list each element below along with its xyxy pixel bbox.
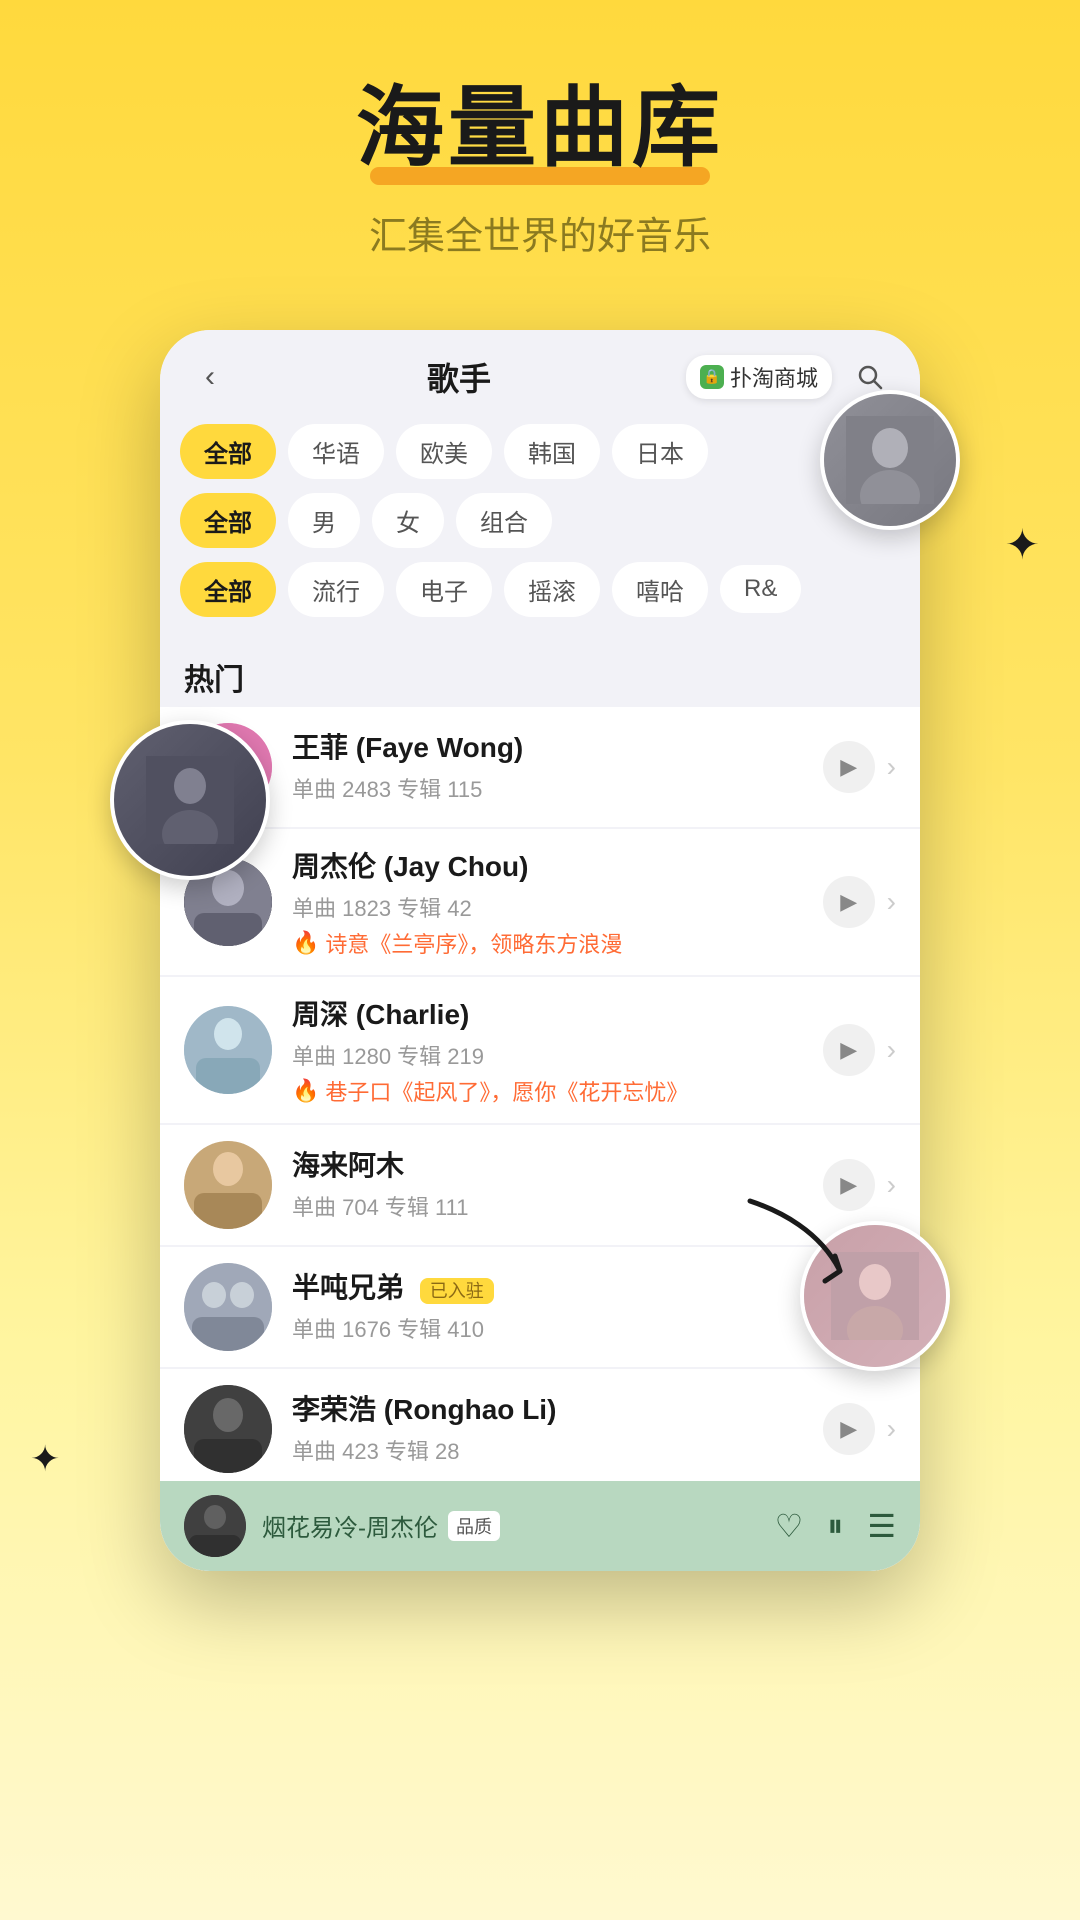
genre-filter-row: 全部 流行 电子 摇滚 嘻哈 R& bbox=[180, 562, 900, 617]
play-button-faye-wong[interactable]: ▶ bbox=[823, 741, 875, 793]
play-button-charlie[interactable]: ▶ bbox=[823, 1024, 875, 1076]
artist-info-jay-chou: 周杰伦 (Jay Chou) 单曲 1823 专辑 42 🔥诗意《兰亭序》，领略… bbox=[292, 845, 823, 959]
player-controls: ♡ ⏸ ☰ bbox=[775, 1507, 896, 1545]
store-icon: 🔒 bbox=[700, 365, 724, 389]
filter-region-chinese[interactable]: 华语 bbox=[288, 424, 384, 479]
filter-section: 全部 华语 欧美 韩国 日本 全部 男 女 组合 全部 流行 电子 摇滚 嘻哈 … bbox=[160, 416, 920, 639]
artist-actions-charlie: ▶ › bbox=[823, 1024, 896, 1076]
page-title: 歌手 bbox=[427, 354, 491, 400]
float-artist-2 bbox=[110, 720, 270, 880]
hero-subtitle: 汇集全世界的好音乐 bbox=[0, 205, 1080, 260]
star-decoration-2: ✦ bbox=[30, 1438, 60, 1480]
filter-gender-group[interactable]: 组合 bbox=[456, 493, 552, 548]
app-header: ‹ 歌手 🔒 扑淘商城 bbox=[160, 330, 920, 416]
chevron-jay-chou[interactable]: › bbox=[887, 886, 896, 918]
artist-info-charlie: 周深 (Charlie) 单曲 1280 专辑 219 🔥巷子口《起风了》，愿你… bbox=[292, 993, 823, 1107]
artist-actions-faye-wong: ▶ › bbox=[823, 741, 896, 793]
artist-desc-jay-chou: 🔥诗意《兰亭序》，领略东方浪漫 bbox=[292, 927, 823, 959]
artist-meta-charlie: 单曲 1280 专辑 219 bbox=[292, 1039, 823, 1071]
filter-region-japanese[interactable]: 日本 bbox=[612, 424, 708, 479]
filter-gender-male[interactable]: 男 bbox=[288, 493, 360, 548]
artist-desc-charlie: 🔥巷子口《起风了》，愿你《花开忘忧》 bbox=[292, 1075, 823, 1107]
filter-region-western[interactable]: 欧美 bbox=[396, 424, 492, 479]
filter-gender-all[interactable]: 全部 bbox=[180, 493, 276, 548]
like-button[interactable]: ♡ bbox=[775, 1507, 804, 1545]
filter-gender-female[interactable]: 女 bbox=[372, 493, 444, 548]
bottom-player[interactable]: 烟花易冷-周杰伦 品质 ♡ ⏸ ☰ bbox=[160, 1481, 920, 1571]
artist-actions-li-ronghao: ▶ › bbox=[823, 1403, 896, 1455]
artist-name-charlie: 周深 (Charlie) bbox=[292, 993, 823, 1033]
float-artist-1 bbox=[820, 390, 960, 530]
artist-item-li-ronghao[interactable]: 李荣浩 (Ronghao Li) 单曲 423 专辑 28 ▶ › bbox=[160, 1369, 920, 1489]
player-avatar bbox=[184, 1495, 246, 1557]
chevron-li-ronghao[interactable]: › bbox=[887, 1413, 896, 1445]
store-button[interactable]: 🔒 扑淘商城 bbox=[686, 355, 832, 399]
artist-item-charlie[interactable]: 周深 (Charlie) 单曲 1280 专辑 219 🔥巷子口《起风了》，愿你… bbox=[160, 977, 920, 1123]
artist-item-faye-wong[interactable]: 王菲 (Faye Wong) 单曲 2483 专辑 115 ▶ › bbox=[160, 707, 920, 827]
artist-name-haila: 海来阿木 bbox=[292, 1144, 823, 1184]
back-button[interactable]: ‹ bbox=[188, 355, 232, 399]
filter-genre-randb[interactable]: R& bbox=[720, 565, 801, 613]
artist-name-faye-wong: 王菲 (Faye Wong) bbox=[292, 726, 823, 766]
artist-meta-faye-wong: 单曲 2483 专辑 115 bbox=[292, 772, 823, 804]
phone-wrapper: ‹ 歌手 🔒 扑淘商城 全部 华语 欧美 bbox=[160, 330, 920, 1571]
star-decoration-1: ✦ bbox=[1005, 520, 1040, 569]
section-title: 热门 bbox=[160, 639, 920, 707]
filter-genre-electronic[interactable]: 电子 bbox=[396, 562, 492, 617]
player-info: 烟花易冷-周杰伦 品质 bbox=[262, 1508, 775, 1543]
header-right: 🔒 扑淘商城 bbox=[686, 355, 892, 399]
avatar-li-ronghao bbox=[184, 1385, 272, 1473]
region-filter-row: 全部 华语 欧美 韩国 日本 bbox=[180, 424, 900, 479]
play-button-li-ronghao[interactable]: ▶ bbox=[823, 1403, 875, 1455]
arrow-decoration bbox=[740, 1191, 860, 1291]
filter-genre-hiphop[interactable]: 嘻哈 bbox=[612, 562, 708, 617]
artist-actions-jay-chou: ▶ › bbox=[823, 876, 896, 928]
gender-filter-row: 全部 男 女 组合 bbox=[180, 493, 900, 548]
phone-mockup: ‹ 歌手 🔒 扑淘商城 全部 华语 欧美 bbox=[160, 330, 920, 1571]
artist-name-jay-chou: 周杰伦 (Jay Chou) bbox=[292, 845, 823, 885]
filter-region-all[interactable]: 全部 bbox=[180, 424, 276, 479]
chevron-haila[interactable]: › bbox=[887, 1169, 896, 1201]
hero-title: 海量曲库 bbox=[356, 80, 724, 177]
chevron-faye-wong[interactable]: › bbox=[887, 751, 896, 783]
filter-genre-pop[interactable]: 流行 bbox=[288, 562, 384, 617]
filter-genre-rock[interactable]: 摇滚 bbox=[504, 562, 600, 617]
artist-name-li-ronghao: 李荣浩 (Ronghao Li) bbox=[292, 1388, 823, 1428]
artist-item-jay-chou[interactable]: 周杰伦 (Jay Chou) 单曲 1823 专辑 42 🔥诗意《兰亭序》，领略… bbox=[160, 829, 920, 975]
avatar-bantun bbox=[184, 1263, 272, 1351]
player-quality-badge: 品质 bbox=[448, 1511, 500, 1541]
playlist-button[interactable]: ☰ bbox=[867, 1507, 896, 1545]
entered-badge: 已入驻 bbox=[420, 1278, 494, 1304]
artist-info-li-ronghao: 李荣浩 (Ronghao Li) 单曲 423 专辑 28 bbox=[292, 1388, 823, 1470]
hero-section: 海量曲库 汇集全世界的好音乐 bbox=[0, 0, 1080, 300]
artist-meta-jay-chou: 单曲 1823 专辑 42 bbox=[292, 891, 823, 923]
artist-list: 王菲 (Faye Wong) 单曲 2483 专辑 115 ▶ › bbox=[160, 707, 920, 1571]
avatar-charlie bbox=[184, 1006, 272, 1094]
play-button-jay-chou[interactable]: ▶ bbox=[823, 876, 875, 928]
artist-meta-li-ronghao: 单曲 423 专辑 28 bbox=[292, 1434, 823, 1466]
chevron-charlie[interactable]: › bbox=[887, 1034, 896, 1066]
store-label: 扑淘商城 bbox=[730, 361, 818, 393]
avatar-haila bbox=[184, 1141, 272, 1229]
filter-region-korean[interactable]: 韩国 bbox=[504, 424, 600, 479]
player-title: 烟花易冷-周杰伦 bbox=[262, 1508, 438, 1543]
filter-genre-all[interactable]: 全部 bbox=[180, 562, 276, 617]
artist-meta-bantun: 单曲 1676 专辑 410 bbox=[292, 1312, 823, 1344]
artist-info-faye-wong: 王菲 (Faye Wong) 单曲 2483 专辑 115 bbox=[292, 726, 823, 808]
pause-button[interactable]: ⏸ bbox=[827, 1507, 843, 1545]
